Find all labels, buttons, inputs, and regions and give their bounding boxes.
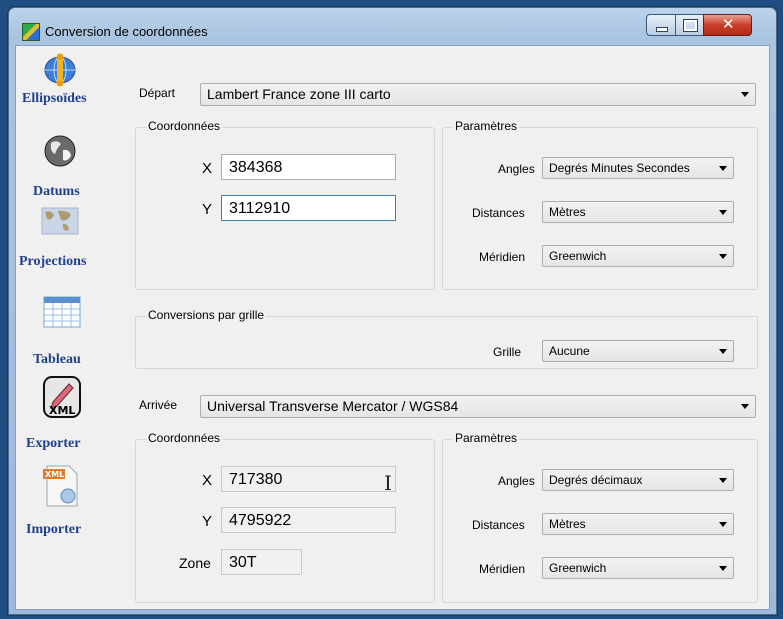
maximize-icon (683, 19, 698, 32)
minimize-button[interactable] (646, 14, 676, 36)
app-window: Conversion de coordonnées ✕ Ellipsoïdes (8, 7, 777, 615)
meridien-label: Méridien (479, 562, 526, 576)
text-cursor-icon: I (384, 471, 392, 495)
sidebar-item-datums[interactable]: Datums (16, 120, 126, 199)
arrivee-label: Arrivée (139, 398, 178, 412)
app-icon (22, 23, 40, 41)
arrivee-x-output[interactable]: 717380 (221, 466, 396, 492)
depart-system-select[interactable]: Lambert France zone III carto (200, 83, 756, 106)
sidebar-item-label: Importer (26, 522, 82, 537)
window-title: Conversion de coordonnées (45, 24, 208, 39)
depart-x-input[interactable]: 384368 (221, 154, 396, 180)
arrivee-meridien-select[interactable]: Greenwich (542, 557, 734, 579)
sidebar: Ellipsoïdes Datums Projections Tableau X… (16, 46, 126, 609)
chevron-down-icon (741, 92, 749, 97)
group-title: Paramètres (453, 119, 520, 133)
group-title: Coordonnées (146, 431, 223, 445)
arrivee-distances-select[interactable]: Mètres (542, 513, 734, 535)
depart-y-input[interactable]: 3112910 (221, 195, 396, 221)
map-projection-icon (41, 207, 79, 235)
sidebar-item-importer[interactable]: XML Importer (16, 458, 126, 538)
svg-text:XML: XML (49, 404, 75, 417)
depart-angles-select[interactable]: Degrés Minutes Secondes (542, 157, 734, 179)
depart-system-value: Lambert France zone III carto (207, 86, 391, 102)
meridien-value: Greenwich (549, 249, 607, 263)
title-bar[interactable]: Conversion de coordonnées ✕ (9, 8, 776, 46)
grid-conversion-group: Conversions par grille Grille Aucune (135, 308, 758, 369)
chevron-down-icon (741, 404, 749, 409)
sidebar-item-exporter[interactable]: XML Exporter (16, 368, 126, 451)
chevron-down-icon (719, 349, 727, 354)
sidebar-item-label: Projections (19, 254, 87, 269)
angles-label: Angles (498, 162, 535, 176)
arrivee-y-output[interactable]: 4795922 (221, 507, 396, 533)
close-button[interactable]: ✕ (703, 14, 752, 36)
chevron-down-icon (719, 566, 727, 571)
globe-datum-icon (44, 135, 76, 167)
x-label: X (202, 160, 213, 177)
sidebar-item-tableau[interactable]: Tableau (16, 286, 126, 367)
x-label: X (202, 472, 213, 489)
grille-label: Grille (493, 345, 522, 359)
y-label: Y (202, 201, 213, 218)
arrivee-zone-output[interactable]: 30T (221, 549, 302, 575)
group-title: Coordonnées (146, 119, 223, 133)
arrivee-params-group: Paramètres Angles Degrés décimaux Distan… (442, 431, 758, 603)
zone-label: Zone (179, 555, 211, 571)
distances-label: Distances (472, 518, 525, 532)
sidebar-item-label: Tableau (33, 352, 81, 367)
meridien-label: Méridien (479, 250, 526, 264)
sidebar-item-projections[interactable]: Projections (16, 196, 126, 271)
angles-label: Angles (498, 474, 535, 488)
chevron-down-icon (719, 254, 727, 259)
meridien-value: Greenwich (549, 561, 607, 575)
maximize-button[interactable] (675, 14, 704, 36)
depart-distances-select[interactable]: Mètres (542, 201, 734, 223)
sidebar-item-label: Ellipsoïdes (22, 91, 87, 106)
table-icon (43, 296, 81, 328)
group-title: Conversions par grille (146, 308, 267, 322)
xml-import-icon: XML (43, 465, 78, 507)
arrivee-system-select[interactable]: Universal Transverse Mercator / WGS84 (200, 395, 756, 418)
arrivee-coords-group: Coordonnées X 717380 I Y 4795922 Zone 30… (135, 431, 435, 603)
xml-export-icon: XML (43, 376, 81, 418)
minimize-icon (656, 27, 668, 32)
group-title: Paramètres (453, 431, 520, 445)
arrivee-system-value: Universal Transverse Mercator / WGS84 (207, 398, 459, 414)
chevron-down-icon (719, 522, 727, 527)
distances-value: Mètres (549, 517, 586, 531)
chevron-down-icon (719, 478, 727, 483)
depart-meridien-select[interactable]: Greenwich (542, 245, 734, 267)
chevron-down-icon (719, 210, 727, 215)
globe-ellipsoid-icon (44, 53, 76, 87)
angles-value: Degrés décimaux (549, 473, 643, 487)
y-label: Y (202, 513, 213, 530)
client-area: Ellipsoïdes Datums Projections Tableau X… (15, 45, 770, 610)
sidebar-item-ellipsoides[interactable]: Ellipsoïdes (16, 46, 126, 116)
distances-label: Distances (472, 206, 525, 220)
sidebar-item-label: Exporter (26, 436, 81, 451)
depart-params-group: Paramètres Angles Degrés Minutes Seconde… (442, 119, 758, 290)
depart-label: Départ (139, 86, 176, 100)
depart-coords-group: Coordonnées X 384368 Y 3112910 (135, 119, 435, 290)
chevron-down-icon (719, 166, 727, 171)
grille-select[interactable]: Aucune (542, 340, 734, 362)
arrivee-angles-select[interactable]: Degrés décimaux (542, 469, 734, 491)
distances-value: Mètres (549, 205, 586, 219)
grille-value: Aucune (549, 344, 590, 358)
angles-value: Degrés Minutes Secondes (549, 161, 690, 175)
svg-text:XML: XML (45, 470, 64, 479)
close-icon: ✕ (722, 15, 735, 33)
